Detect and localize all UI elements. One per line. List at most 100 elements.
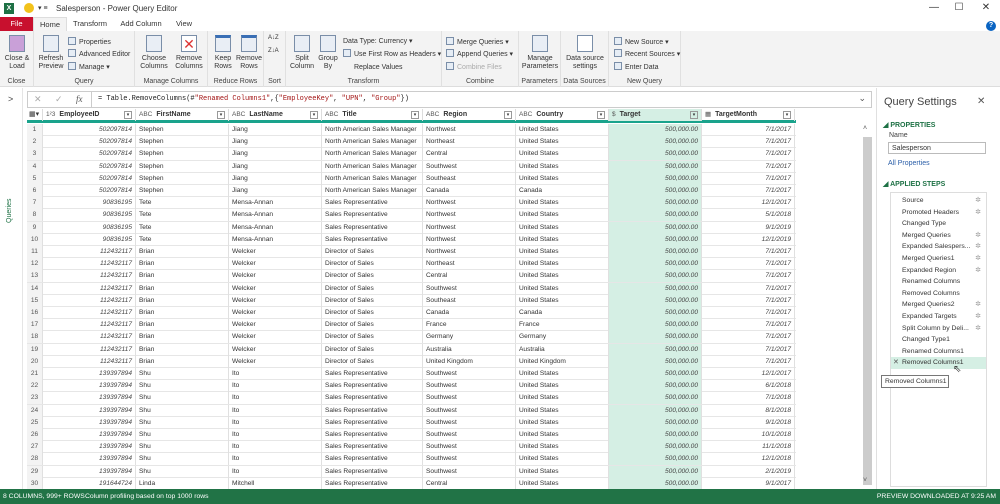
- row-number[interactable]: 16: [27, 307, 43, 319]
- cell-employeeid[interactable]: 112432117: [43, 270, 136, 283]
- cell-title[interactable]: Sales Representative: [322, 416, 423, 429]
- scrollbar-thumb[interactable]: [863, 137, 872, 485]
- cell-target[interactable]: 500,000.00: [609, 258, 702, 271]
- row-number[interactable]: 19: [27, 343, 43, 356]
- replace-values-button[interactable]: Replace Values: [343, 62, 403, 71]
- cell-targetmonth[interactable]: 12/1/2017: [702, 368, 795, 380]
- refresh-preview-button[interactable]: Refresh Preview: [36, 35, 66, 71]
- cell-firstname[interactable]: Tete: [136, 209, 229, 222]
- applied-steps-heading[interactable]: ◢ APPLIED STEPS: [883, 180, 945, 188]
- split-column-button[interactable]: Split Column: [288, 35, 316, 71]
- cell-target[interactable]: 500,000.00: [609, 148, 702, 161]
- cell-country[interactable]: United States: [516, 172, 609, 185]
- minimize-button[interactable]: —: [927, 2, 941, 14]
- cell-firstname[interactable]: Shu: [136, 453, 229, 466]
- cell-target[interactable]: 500,000.00: [609, 453, 702, 466]
- row-number[interactable]: 6: [27, 185, 43, 197]
- cell-lastname[interactable]: Mensa-Annan: [229, 233, 322, 246]
- group-by-button[interactable]: Group By: [316, 35, 340, 71]
- cell-title[interactable]: Sales Representative: [322, 197, 423, 210]
- cell-targetmonth[interactable]: 7/1/2017: [702, 270, 795, 283]
- cell-targetmonth[interactable]: 12/1/2018: [702, 453, 795, 466]
- row-number[interactable]: 4: [27, 160, 43, 173]
- close-window-button[interactable]: ✕: [979, 2, 993, 14]
- cell-title[interactable]: Sales Representative: [322, 392, 423, 405]
- cell-target[interactable]: 500,000.00: [609, 404, 702, 417]
- cell-firstname[interactable]: Shu: [136, 429, 229, 441]
- cell-targetmonth[interactable]: 7/1/2017: [702, 282, 795, 295]
- cell-lastname[interactable]: Ito: [229, 404, 322, 417]
- cell-region[interactable]: Australia: [423, 343, 516, 356]
- cell-firstname[interactable]: Brian: [136, 270, 229, 283]
- cell-targetmonth[interactable]: 7/1/2017: [702, 124, 795, 136]
- cell-target[interactable]: 500,000.00: [609, 246, 702, 258]
- cell-firstname[interactable]: Brian: [136, 331, 229, 344]
- cell-employeeid[interactable]: 139397894: [43, 465, 136, 478]
- table-menu-icon[interactable]: ▦▾: [27, 109, 43, 121]
- cell-region[interactable]: France: [423, 319, 516, 332]
- row-number[interactable]: 30: [27, 477, 43, 490]
- cell-employeeid[interactable]: 112432117: [43, 331, 136, 344]
- cell-country[interactable]: United States: [516, 282, 609, 295]
- cell-title[interactable]: Director of Sales: [322, 246, 423, 258]
- cell-region[interactable]: Southwest: [423, 404, 516, 417]
- cell-country[interactable]: United States: [516, 465, 609, 478]
- cell-lastname[interactable]: Welcker: [229, 355, 322, 368]
- cell-title[interactable]: North American Sales Manager: [322, 160, 423, 173]
- cell-employeeid[interactable]: 139397894: [43, 429, 136, 441]
- status-profiling[interactable]: Column profiling based on top 1000 rows: [85, 489, 209, 504]
- type-icon[interactable]: 1²3: [46, 111, 55, 118]
- row-number[interactable]: 20: [27, 355, 43, 368]
- cell-lastname[interactable]: Welcker: [229, 307, 322, 319]
- cell-lastname[interactable]: Ito: [229, 465, 322, 478]
- cell-region[interactable]: Southwest: [423, 368, 516, 380]
- applied-step[interactable]: Split Column by Deli... ✲: [891, 323, 986, 335]
- cell-region[interactable]: Southwest: [423, 380, 516, 393]
- cell-target[interactable]: 500,000.00: [609, 172, 702, 185]
- expand-queries-chevron-icon[interactable]: >: [8, 94, 13, 104]
- cell-employeeid[interactable]: 502097814: [43, 136, 136, 149]
- row-number[interactable]: 25: [27, 416, 43, 429]
- cell-country[interactable]: Germany: [516, 331, 609, 344]
- cell-region[interactable]: Southeast: [423, 294, 516, 307]
- row-number[interactable]: 9: [27, 221, 43, 234]
- cell-title[interactable]: North American Sales Manager: [322, 185, 423, 197]
- cell-region[interactable]: Germany: [423, 331, 516, 344]
- remove-columns-button[interactable]: ✕ Remove Columns: [172, 35, 206, 71]
- cell-title[interactable]: Director of Sales: [322, 307, 423, 319]
- cell-title[interactable]: Director of Sales: [322, 270, 423, 283]
- applied-step[interactable]: Expanded Targets ✲: [891, 311, 986, 323]
- fx-icon[interactable]: fx: [76, 94, 83, 104]
- expand-formula-chevron-icon[interactable]: ⌄: [858, 93, 866, 104]
- cell-firstname[interactable]: Shu: [136, 380, 229, 393]
- cell-firstname[interactable]: Brian: [136, 294, 229, 307]
- cell-target[interactable]: 500,000.00: [609, 209, 702, 222]
- applied-step[interactable]: Promoted Headers ✲: [891, 207, 986, 219]
- cell-lastname[interactable]: Jiang: [229, 124, 322, 136]
- cell-title[interactable]: Sales Representative: [322, 441, 423, 454]
- cell-employeeid[interactable]: 112432117: [43, 282, 136, 295]
- cell-employeeid[interactable]: 502097814: [43, 148, 136, 161]
- row-number[interactable]: 10: [27, 233, 43, 246]
- cell-lastname[interactable]: Ito: [229, 441, 322, 454]
- tab-file[interactable]: File: [0, 17, 33, 31]
- cell-targetmonth[interactable]: 9/1/2018: [702, 416, 795, 429]
- queries-label[interactable]: Queries: [6, 198, 13, 223]
- row-number[interactable]: 13: [27, 270, 43, 283]
- vertical-scrollbar[interactable]: ˄ ˅: [862, 125, 873, 489]
- row-number[interactable]: 18: [27, 331, 43, 344]
- cell-firstname[interactable]: Shu: [136, 392, 229, 405]
- row-number[interactable]: 26: [27, 429, 43, 441]
- filter-dropdown-icon[interactable]: ▾: [504, 111, 512, 119]
- advanced-editor-button[interactable]: Advanced Editor: [68, 49, 130, 58]
- filter-dropdown-icon[interactable]: ▾: [597, 111, 605, 119]
- cell-region[interactable]: Northwest: [423, 197, 516, 210]
- cell-targetmonth[interactable]: 7/1/2017: [702, 185, 795, 197]
- cell-title[interactable]: Director of Sales: [322, 258, 423, 271]
- cell-targetmonth[interactable]: 7/1/2017: [702, 355, 795, 368]
- cell-target[interactable]: 500,000.00: [609, 185, 702, 197]
- cell-firstname[interactable]: Shu: [136, 441, 229, 454]
- cell-target[interactable]: 500,000.00: [609, 270, 702, 283]
- cell-target[interactable]: 500,000.00: [609, 416, 702, 429]
- cell-employeeid[interactable]: 112432117: [43, 307, 136, 319]
